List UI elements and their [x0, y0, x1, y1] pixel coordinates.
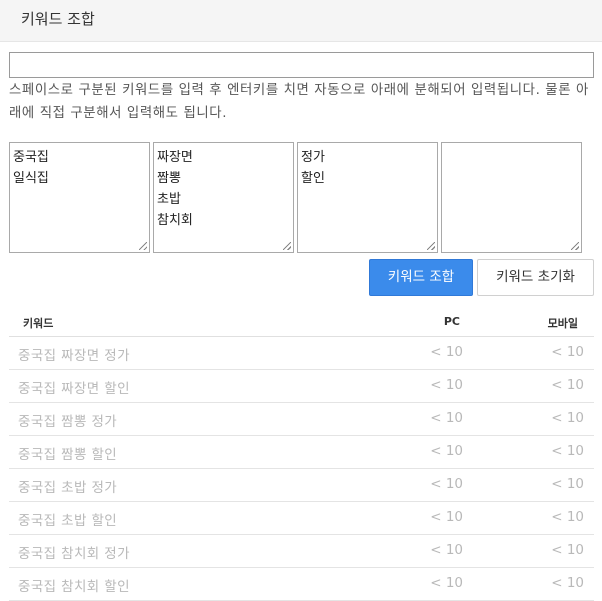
cell-keyword: 중국집 짬뽕 정가 — [18, 414, 118, 430]
resize-handle-icon[interactable] — [571, 242, 579, 250]
cell-pc: < 10 — [430, 410, 463, 426]
table-row[interactable]: 중국집 짜장면 할인 < 10 < 10 — [9, 370, 594, 403]
cell-keyword: 중국집 참치회 할인 — [18, 579, 130, 595]
table-row[interactable]: 중국집 짬뽕 정가 < 10 < 10 — [9, 403, 594, 436]
combine-keywords-button[interactable]: 키워드 조합 — [369, 259, 473, 296]
results-table: 키워드 PC 모바일 중국집 짜장면 정가 < 10 < 10 중국집 짜장면 할인 <… — [9, 305, 594, 601]
header-pc: PC — [443, 315, 460, 328]
table-row[interactable]: 중국집 초밥 할인 < 10 < 10 — [9, 502, 594, 535]
table-header: 키워드 PC 모바일 — [9, 305, 594, 337]
cell-keyword: 중국집 짜장면 할인 — [18, 381, 130, 397]
keyword-box-line: 초밥 — [157, 192, 181, 207]
resize-handle-icon[interactable] — [427, 242, 435, 250]
cell-pc: < 10 — [430, 344, 463, 360]
keyword-box-line: 할인 — [301, 171, 325, 186]
cell-mobile: < 10 — [551, 344, 584, 360]
cell-keyword: 중국집 짬뽕 할인 — [18, 447, 118, 463]
cell-pc: < 10 — [430, 443, 463, 459]
cell-mobile: < 10 — [551, 509, 584, 525]
cell-pc: < 10 — [430, 575, 463, 591]
header-mobile: 모바일 — [547, 317, 578, 330]
keyword-box-line: 일식집 — [13, 171, 49, 186]
cell-pc: < 10 — [430, 542, 463, 558]
cell-keyword: 중국집 참치회 정가 — [18, 546, 130, 562]
cell-mobile: < 10 — [551, 542, 584, 558]
cell-mobile: < 10 — [551, 575, 584, 591]
table-row[interactable]: 중국집 참치회 할인 < 10 < 10 — [9, 568, 594, 601]
cell-mobile: < 10 — [551, 476, 584, 492]
cell-keyword: 중국집 초밥 할인 — [18, 513, 118, 529]
table-row[interactable]: 중국집 참치회 정가 < 10 < 10 — [9, 535, 594, 568]
cell-mobile: < 10 — [551, 410, 584, 426]
keyword-input[interactable] — [9, 52, 594, 78]
cell-mobile: < 10 — [551, 377, 584, 393]
header-keyword: 키워드 — [23, 317, 54, 330]
keyword-box-line: 중국집 — [13, 150, 49, 165]
keyword-box-4[interactable] — [441, 142, 582, 253]
cell-keyword: 중국집 짜장면 정가 — [18, 348, 130, 364]
cell-mobile: < 10 — [551, 443, 584, 459]
page-title: 키워드 조합 — [21, 10, 95, 28]
table-row[interactable]: 중국집 짬뽕 할인 < 10 < 10 — [9, 436, 594, 469]
keyword-box-line: 짜장면 — [157, 150, 193, 165]
cell-pc: < 10 — [430, 476, 463, 492]
reset-keywords-button[interactable]: 키워드 초기화 — [477, 259, 594, 296]
keyword-box-3[interactable]: 정가 할인 — [297, 142, 438, 253]
cell-pc: < 10 — [430, 377, 463, 393]
keyword-box-1[interactable]: 중국집 일식집 — [9, 142, 150, 253]
cell-pc: < 10 — [430, 509, 463, 525]
page-header: 키워드 조합 — [0, 0, 602, 42]
keyword-box-line: 짬뽕 — [157, 171, 181, 186]
instruction-text: 스페이스로 구분된 키워드를 입력 후 엔터키를 치면 자동으로 아래에 분해되… — [9, 83, 589, 121]
keyword-box-line: 참치회 — [157, 213, 193, 228]
cell-keyword: 중국집 초밥 정가 — [18, 480, 118, 496]
keyword-box-2[interactable]: 짜장면 짬뽕 초밥 참치회 — [153, 142, 294, 253]
resize-handle-icon[interactable] — [139, 242, 147, 250]
keyword-box-line: 정가 — [301, 150, 325, 165]
table-row[interactable]: 중국집 짜장면 정가 < 10 < 10 — [9, 337, 594, 370]
table-row[interactable]: 중국집 초밥 정가 < 10 < 10 — [9, 469, 594, 502]
resize-handle-icon[interactable] — [283, 242, 291, 250]
